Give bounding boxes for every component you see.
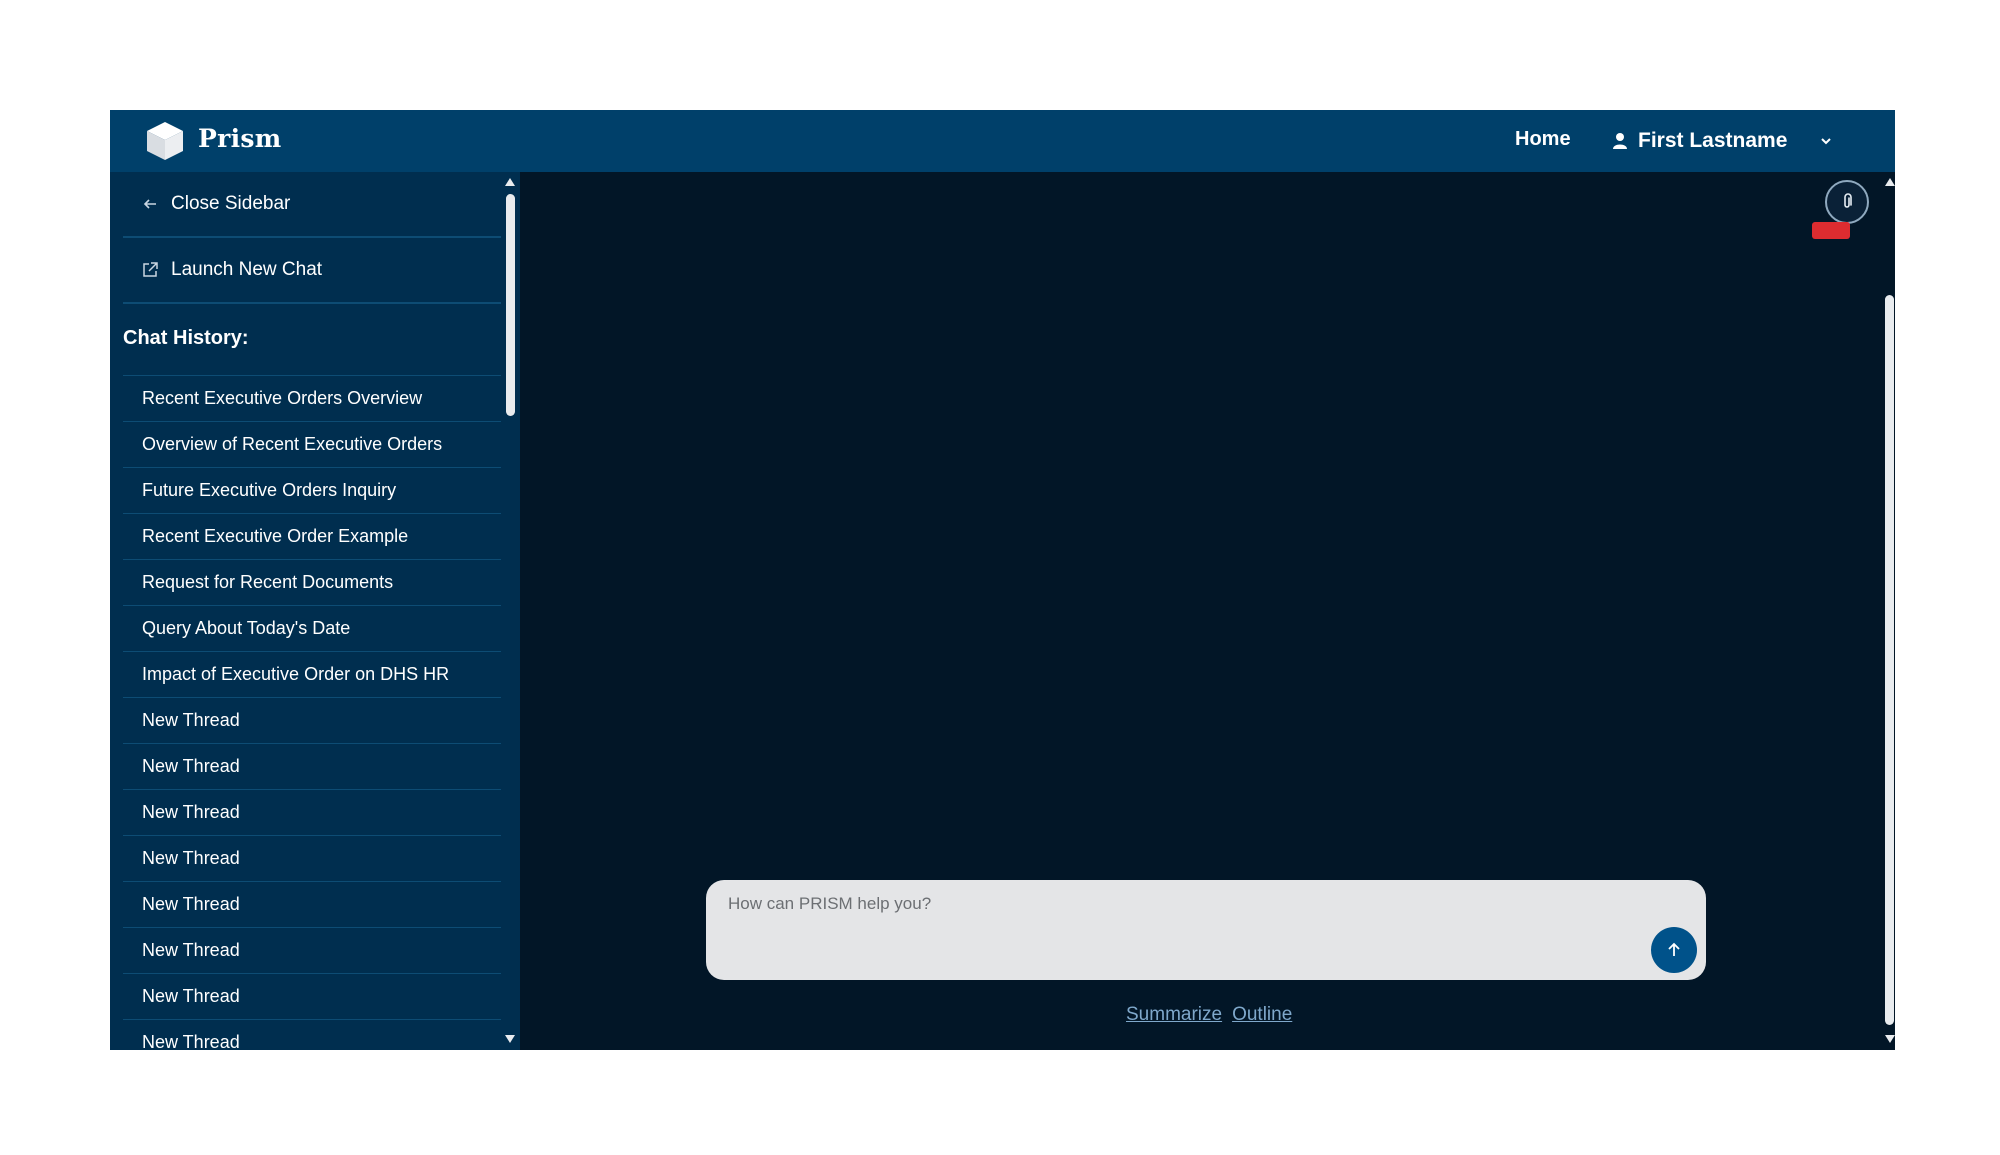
history-item[interactable]: Overview of Recent Executive Orders — [123, 421, 501, 467]
user-icon — [1613, 133, 1627, 149]
user-name: First Lastname — [1638, 129, 1788, 152]
brand-name[interactable]: Prism — [198, 124, 282, 153]
history-item[interactable]: Recent Executive Order Example — [123, 513, 501, 559]
cube-icon — [147, 122, 183, 160]
outline-link[interactable]: Outline — [1232, 1004, 1292, 1026]
history-item[interactable]: New Thread — [123, 789, 501, 835]
top-navbar: Prism Home First Lastname — [110, 110, 1895, 172]
attach-file-button[interactable] — [1825, 180, 1869, 224]
chat-main-area: Summarize Outline — [520, 172, 1895, 1050]
main-scroll-up-icon[interactable] — [1884, 177, 1895, 187]
history-item[interactable]: New Thread — [123, 743, 501, 789]
close-sidebar-button[interactable]: Close Sidebar — [123, 172, 501, 238]
close-sidebar-label: Close Sidebar — [171, 193, 291, 214]
history-item[interactable]: New Thread — [123, 927, 501, 973]
history-item[interactable]: New Thread — [123, 835, 501, 881]
app-window: Prism Home First Lastname Close Sidebar — [110, 110, 1895, 1050]
main-scroll-down-icon[interactable] — [1884, 1034, 1895, 1044]
history-item[interactable]: Recent Executive Orders Overview — [123, 375, 501, 421]
sidebar-scrollbar-thumb[interactable] — [506, 194, 515, 416]
scroll-down-icon[interactable] — [504, 1034, 516, 1044]
history-item[interactable]: Request for Recent Documents — [123, 559, 501, 605]
scroll-up-icon[interactable] — [504, 177, 516, 187]
quick-actions: Summarize Outline — [1126, 1004, 1292, 1026]
chat-history-heading: Chat History: — [123, 327, 249, 349]
main-scrollbar-thumb[interactable] — [1885, 295, 1894, 1025]
paperclip-icon — [1844, 193, 1852, 208]
summarize-link[interactable]: Summarize — [1126, 1004, 1222, 1026]
launch-new-chat-button[interactable]: Launch New Chat — [123, 238, 501, 304]
history-item[interactable]: Query About Today's Date — [123, 605, 501, 651]
send-button[interactable] — [1651, 927, 1697, 973]
nav-home-link[interactable]: Home — [1515, 128, 1571, 151]
chevron-down-icon[interactable] — [1817, 132, 1835, 150]
user-menu[interactable]: First Lastname — [1610, 126, 1835, 156]
external-link-icon — [143, 262, 158, 277]
history-item[interactable]: New Thread — [123, 973, 501, 1019]
chat-history-list: Recent Executive Orders Overview Overvie… — [123, 375, 501, 1050]
history-item[interactable]: New Thread — [123, 1019, 501, 1050]
notification-badge — [1812, 222, 1850, 239]
chat-composer — [706, 880, 1706, 980]
sidebar: Close Sidebar Launch New Chat Chat Histo… — [110, 172, 520, 1050]
history-item[interactable]: New Thread — [123, 881, 501, 927]
launch-new-chat-label: Launch New Chat — [171, 259, 323, 280]
arrow-left-icon — [143, 199, 156, 209]
history-item[interactable]: Impact of Executive Order on DHS HR — [123, 651, 501, 697]
chat-input[interactable] — [726, 892, 1630, 966]
history-item[interactable]: Future Executive Orders Inquiry — [123, 467, 501, 513]
arrow-up-icon — [1668, 942, 1680, 956]
history-item[interactable]: New Thread — [123, 697, 501, 743]
